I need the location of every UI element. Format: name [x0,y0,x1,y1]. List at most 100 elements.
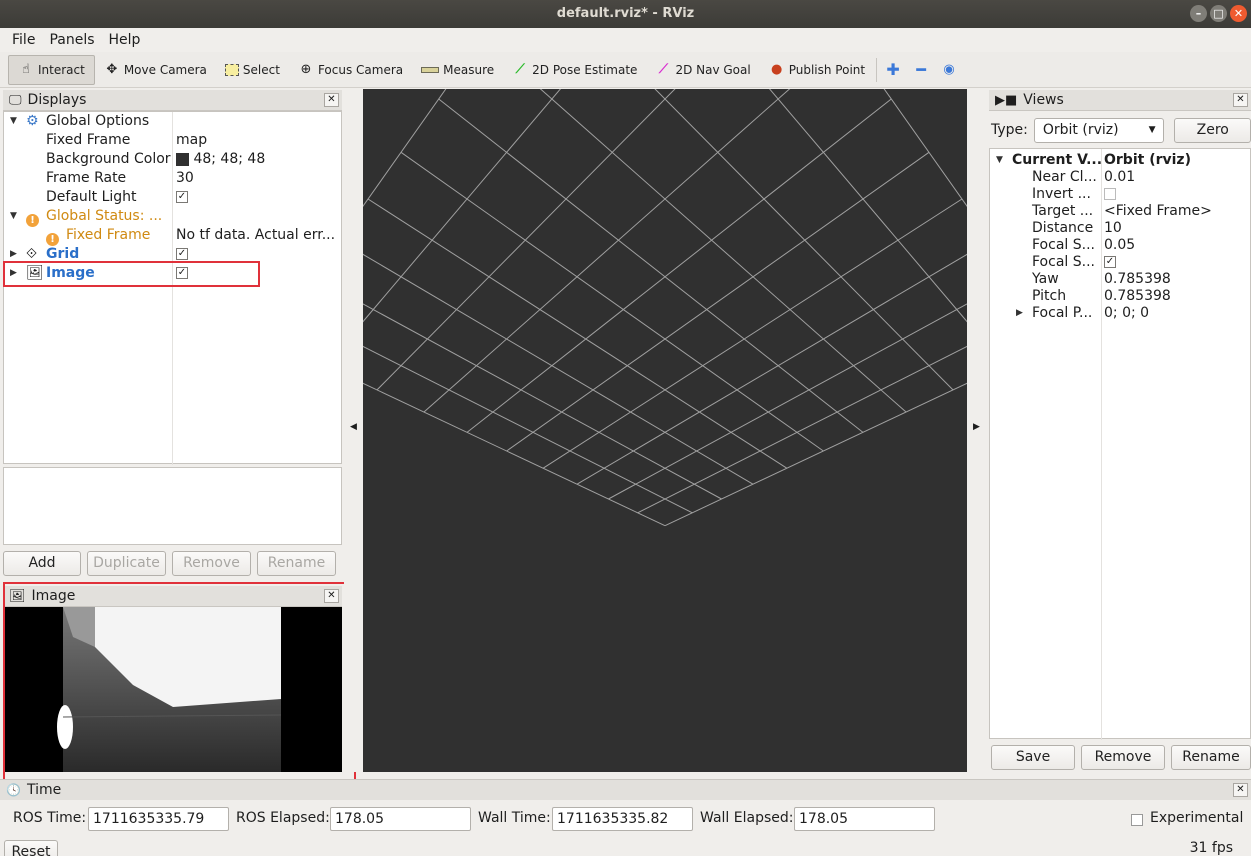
view-type-row: Type: Orbit (rviz) ▼ Zero [989,116,1251,144]
menu-file[interactable]: File [6,30,41,50]
map-pin-icon: ● [771,61,783,77]
view-type-combo[interactable]: Orbit (rviz) ▼ [1033,117,1165,143]
minimize-icon[interactable]: – [1190,5,1207,22]
grid-line [376,89,676,391]
grid-line [883,89,967,207]
fixed-frame-value[interactable]: map [176,131,207,150]
nav-goal-tool-button[interactable]: ⟋ 2D Nav Goal [646,55,759,85]
right-splitter[interactable]: ▶ [967,89,987,772]
views-tree: ▼ Current V... Orbit (rviz) Near Cl... 0… [989,148,1251,740]
eye-tool-button[interactable]: ◉ [935,55,963,85]
publish-point-label: Publish Point [788,62,866,77]
wall-elapsed-field[interactable]: 178.05 [794,807,935,831]
ruler-icon [421,66,440,73]
wall-time-field[interactable]: 1711635335.82 [552,807,693,831]
pose-estimate-tool-button[interactable]: ⟋ 2D Pose Estimate [503,55,646,85]
reset-button[interactable]: Reset [4,840,58,856]
ros-time-field[interactable]: 1711635335.79 [88,807,229,831]
distance-value[interactable]: 10 [1104,220,1122,237]
default-light-checkbox[interactable]: ✓ [176,188,188,207]
interact-label: Interact [38,62,85,77]
focal-shape-size-value[interactable]: 0.05 [1104,237,1135,254]
remove-button[interactable]: Remove [172,551,251,576]
views-button-row: Save Remove Rename [991,745,1251,771]
rename-view-button[interactable]: Rename [1171,745,1251,770]
close-icon[interactable]: ✕ [1233,93,1248,107]
move-camera-tool-button[interactable]: ✥ Move Camera [95,55,216,85]
nav-goal-label: 2D Nav Goal [675,62,751,77]
focus-camera-icon: ⊕ [300,61,312,77]
time-panel: ROS Time: 1711635335.79 ROS Elapsed: 178… [0,804,1251,834]
collapse-arrow-icon[interactable]: ▶ [1016,305,1023,322]
ros-elapsed-field[interactable]: 178.05 [330,807,471,831]
grid-line [664,382,967,527]
close-icon[interactable]: ✕ [324,93,339,107]
type-label: Type: [991,122,1028,138]
menu-help[interactable]: Help [103,30,147,50]
grid-line [363,253,754,485]
grid-line [466,98,892,433]
publish-point-tool-button[interactable]: ● Publish Point [760,55,874,85]
remove-tool-button[interactable]: ━ [907,55,935,85]
ros-time-label: ROS Time: [13,810,87,826]
yaw-label: Yaw [1032,271,1059,287]
focal-shape-fixed-checkbox[interactable]: ✓ [1104,254,1116,271]
collapse-left-icon[interactable]: ◀ [350,422,357,432]
remove-view-button[interactable]: Remove [1081,745,1165,770]
close-icon[interactable]: ✕ [1233,783,1248,797]
background-color-label: Background Color [46,151,171,167]
focal-point-value[interactable]: 0; 0; 0 [1104,305,1149,322]
fps-readout: 31 fps [1189,840,1233,856]
yaw-value[interactable]: 0.785398 [1104,271,1171,288]
global-options-label: Global Options [46,113,150,129]
pose-estimate-label: 2D Pose Estimate [532,62,638,77]
grid-line [363,89,562,323]
maximize-icon[interactable]: □ [1210,5,1227,22]
zero-button[interactable]: Zero [1174,117,1251,143]
3d-viewport[interactable] [363,89,967,772]
focal-shape-fixed-label: Focal S... [1032,254,1095,270]
target-value[interactable]: <Fixed Frame> [1104,203,1212,220]
grid-line [768,89,967,323]
save-view-button[interactable]: Save [991,745,1075,770]
grid-line [637,345,967,514]
expand-arrow-icon[interactable]: ▼ [10,207,17,226]
collapse-right-icon[interactable]: ▶ [973,422,980,432]
window-controls: – □ ✕ [1190,5,1247,22]
left-splitter[interactable]: ◀ [344,89,363,772]
grid-line [542,198,963,469]
target-label: Target ... [1032,203,1094,219]
select-box-icon [224,63,239,76]
wall-time-label: Wall Time: [478,810,551,826]
measure-tool-button[interactable]: Measure [412,55,503,85]
near-clip-value[interactable]: 0.01 [1104,169,1135,186]
select-label: Select [242,62,280,77]
invert-checkbox[interactable] [1104,186,1116,203]
grid-line [576,253,967,485]
monitor-icon: 🖵 [9,92,22,108]
toolbar: ☝ Interact ✥ Move Camera Select ⊕ Focus … [0,52,1251,88]
focus-camera-tool-button[interactable]: ⊕ Focus Camera [289,55,412,85]
rename-button[interactable]: Rename [257,551,336,576]
window-title: default.rviz* - RViz [556,6,695,21]
expand-arrow-icon[interactable]: ▼ [10,112,17,131]
add-tool-button[interactable]: ✚ [879,55,907,85]
background-color-text: 48; 48; 48 [193,151,266,167]
menu-panels[interactable]: Panels [43,30,100,50]
focal-point-label: Focal P... [1032,305,1093,321]
wall-elapsed-label: Wall Elapsed: [700,810,794,826]
status-message: No tf data. Actual err... [176,227,336,243]
current-view-label: Current V... [1012,152,1103,168]
interact-tool-button[interactable]: ☝ Interact [8,54,95,85]
duplicate-button[interactable]: Duplicate [87,551,166,576]
add-button[interactable]: Add [3,551,81,576]
default-light-label: Default Light [46,189,137,205]
move-camera-label: Move Camera [123,62,207,77]
expand-arrow-icon[interactable]: ▼ [996,152,1003,169]
select-tool-button[interactable]: Select [216,55,289,85]
frame-rate-value[interactable]: 30 [176,169,194,188]
background-color-value[interactable]: 48; 48; 48 [176,150,265,169]
experimental-checkbox[interactable] [1131,812,1143,828]
pitch-value[interactable]: 0.785398 [1104,288,1171,305]
close-icon[interactable]: ✕ [1230,5,1247,22]
